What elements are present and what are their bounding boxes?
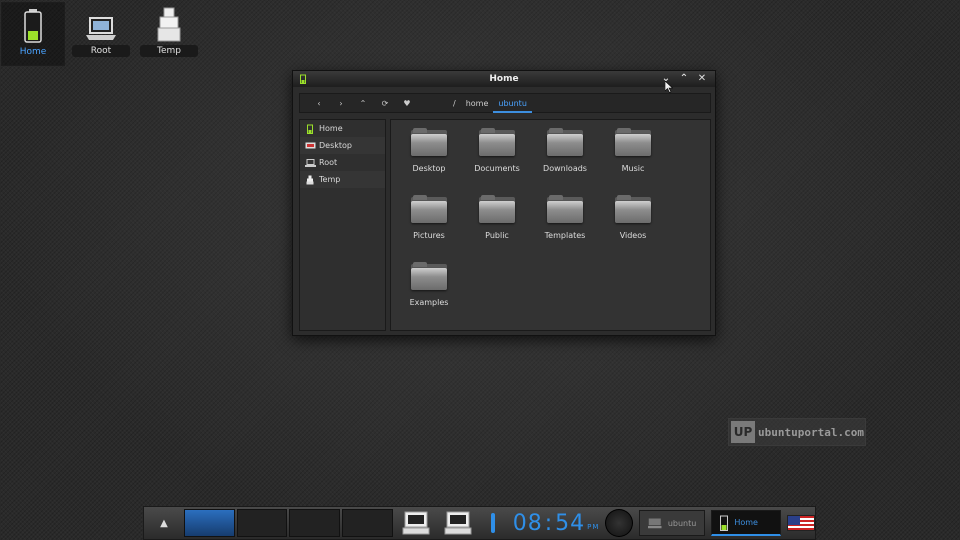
clock-minutes: 54 <box>555 510 586 536</box>
maximize-button[interactable]: ⌃ <box>675 71 693 87</box>
folder-public[interactable]: Public <box>463 195 531 262</box>
laptop-icon <box>304 158 316 167</box>
clock-hours: 08 <box>512 510 543 536</box>
sidebar-item-label: Home <box>319 124 343 133</box>
crumb-root[interactable]: / <box>448 99 461 108</box>
workspace-2[interactable] <box>236 509 288 537</box>
folder-label: Documents <box>474 164 520 173</box>
folder-label: Downloads <box>543 164 587 173</box>
folder-icon <box>615 128 651 156</box>
file-manager-window: Home ⌄ ⌃ ✕ ‹ › ⌃ ⟳ ♥ / home ubuntu Home … <box>292 70 716 336</box>
battery-icon <box>720 515 729 531</box>
workspace-3[interactable] <box>289 509 341 537</box>
folder-icon <box>547 195 583 223</box>
sidebar-item-desktop[interactable]: Desktop <box>300 137 385 154</box>
desktop-icon-root[interactable]: Root <box>69 2 133 66</box>
computer-icon <box>648 518 662 529</box>
folder-documents[interactable]: Documents <box>463 128 531 195</box>
folder-label: Public <box>485 231 509 240</box>
folder-desktop[interactable]: Desktop <box>395 128 463 195</box>
workspace-4[interactable] <box>342 509 394 537</box>
thermometer-icon <box>490 513 495 533</box>
folder-label: Templates <box>544 231 586 240</box>
mouse-pointer-icon <box>665 81 673 93</box>
close-button[interactable]: ✕ <box>693 71 711 87</box>
task-ubuntu[interactable]: ubuntu <box>639 510 706 536</box>
watermark-logo: UP ubuntuportal.com <box>728 418 866 446</box>
task-home[interactable]: Home <box>711 510 782 536</box>
computer-icon <box>402 511 430 535</box>
launcher-computer-2[interactable] <box>437 509 479 537</box>
clock-separator: : <box>544 510 554 536</box>
folder-pictures[interactable]: Pictures <box>395 195 463 262</box>
sidebar-item-root[interactable]: Root <box>300 154 385 171</box>
launcher-computer[interactable] <box>395 509 437 537</box>
location-toolbar: ‹ › ⌃ ⟳ ♥ / home ubuntu <box>299 93 711 113</box>
folder-icon <box>411 195 447 223</box>
folder-icon <box>479 128 515 156</box>
app-menu-button[interactable]: ▲ <box>144 507 184 539</box>
task-label: ubuntu <box>667 518 697 528</box>
desktop-icon-temp[interactable]: Temp <box>137 2 201 66</box>
favorite-button[interactable]: ♥ <box>396 99 418 108</box>
sidebar-item-label: Root <box>319 158 338 167</box>
stacked-boxes-icon <box>137 2 201 42</box>
folder-label: Examples <box>409 298 449 307</box>
window-title: Home <box>489 74 519 84</box>
folder-templates[interactable]: Templates <box>531 195 599 262</box>
folder-music[interactable]: Music <box>599 128 667 195</box>
back-button[interactable]: ‹ <box>308 99 330 108</box>
speaker-dial-icon[interactable] <box>605 509 634 537</box>
breadcrumb: / home ubuntu <box>448 99 532 113</box>
clock-ampm: PM <box>587 522 600 531</box>
places-sidebar: Home Desktop Root Temp <box>299 119 386 331</box>
folder-downloads[interactable]: Downloads <box>531 128 599 195</box>
desktop-icon-label: Home <box>19 47 47 57</box>
desktop-icon-home[interactable]: Home <box>1 2 65 66</box>
sidebar-item-home[interactable]: Home <box>300 120 385 137</box>
up-button[interactable]: ⌃ <box>352 99 374 108</box>
battery-icon <box>304 124 316 134</box>
file-view: Desktop Documents Downloads Music Pictur… <box>390 119 711 331</box>
folder-label: Desktop <box>412 164 446 173</box>
folder-examples[interactable]: Examples <box>395 262 463 329</box>
folder-label: Videos <box>619 231 647 240</box>
desktop-icon-label: Temp <box>140 45 198 57</box>
folder-icon <box>411 128 447 156</box>
computer-icon <box>444 511 472 535</box>
workspace-1[interactable] <box>183 509 235 537</box>
home-battery-icon <box>2 3 64 43</box>
forward-button[interactable]: › <box>330 99 352 108</box>
desktop-icon-label: Root <box>72 45 130 57</box>
laptop-icon <box>69 2 133 42</box>
folder-videos[interactable]: Videos <box>599 195 667 262</box>
folder-label: Music <box>621 164 645 173</box>
folder-label: Pictures <box>413 231 445 240</box>
battery-icon <box>300 74 306 90</box>
monitor-icon <box>304 142 316 150</box>
stacked-boxes-icon <box>304 175 316 185</box>
sidebar-item-temp[interactable]: Temp <box>300 171 385 188</box>
crumb-home[interactable]: home <box>461 99 494 108</box>
taskbar: ▲ 08 : 54 PM ubuntu Home <box>143 506 816 540</box>
folder-icon <box>479 195 515 223</box>
window-titlebar[interactable]: Home ⌄ ⌃ ✕ <box>293 71 715 87</box>
clock[interactable]: 08 : 54 PM <box>513 511 600 536</box>
crumb-ubuntu[interactable]: ubuntu <box>493 99 532 113</box>
folder-icon <box>615 195 651 223</box>
folder-icon <box>547 128 583 156</box>
task-label: Home <box>734 518 758 527</box>
watermark-badge: UP <box>731 421 755 443</box>
refresh-button[interactable]: ⟳ <box>374 99 396 108</box>
folder-icon <box>411 262 447 290</box>
sidebar-item-label: Temp <box>319 175 341 184</box>
sidebar-item-label: Desktop <box>319 141 352 150</box>
us-flag-icon[interactable] <box>787 515 815 531</box>
watermark-text: ubuntuportal.com <box>758 425 864 439</box>
